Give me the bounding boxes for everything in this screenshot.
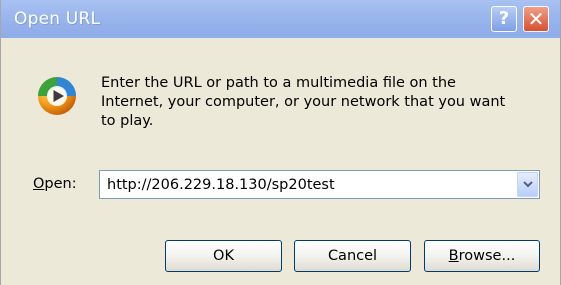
url-input[interactable] (100, 171, 516, 198)
window-title: Open URL (14, 9, 101, 29)
close-button[interactable]: ✕ (523, 6, 549, 32)
browse-label: rowse... (458, 248, 516, 264)
ok-button[interactable]: OK (165, 240, 282, 272)
open-label-accelerator: O (33, 176, 45, 192)
help-icon: ? (498, 8, 510, 29)
title-bar[interactable]: Open URL ? ✕ (1, 0, 560, 38)
browse-button[interactable]: Browse... (424, 240, 540, 272)
help-button[interactable]: ? (491, 6, 517, 32)
open-label: Open: (33, 176, 77, 192)
open-label-text: pen: (44, 176, 77, 192)
instruction-text: Enter the URL or path to a multimedia fi… (101, 75, 506, 129)
open-url-dialog: Open URL ? ✕ Enter the URL or path to a … (0, 0, 561, 285)
url-combobox[interactable] (99, 170, 540, 199)
media-player-icon (38, 77, 76, 115)
chevron-down-icon (523, 181, 533, 188)
browse-accelerator: B (448, 248, 459, 264)
close-icon: ✕ (527, 7, 545, 31)
cancel-button[interactable]: Cancel (294, 240, 411, 272)
url-dropdown-button[interactable] (517, 172, 538, 197)
